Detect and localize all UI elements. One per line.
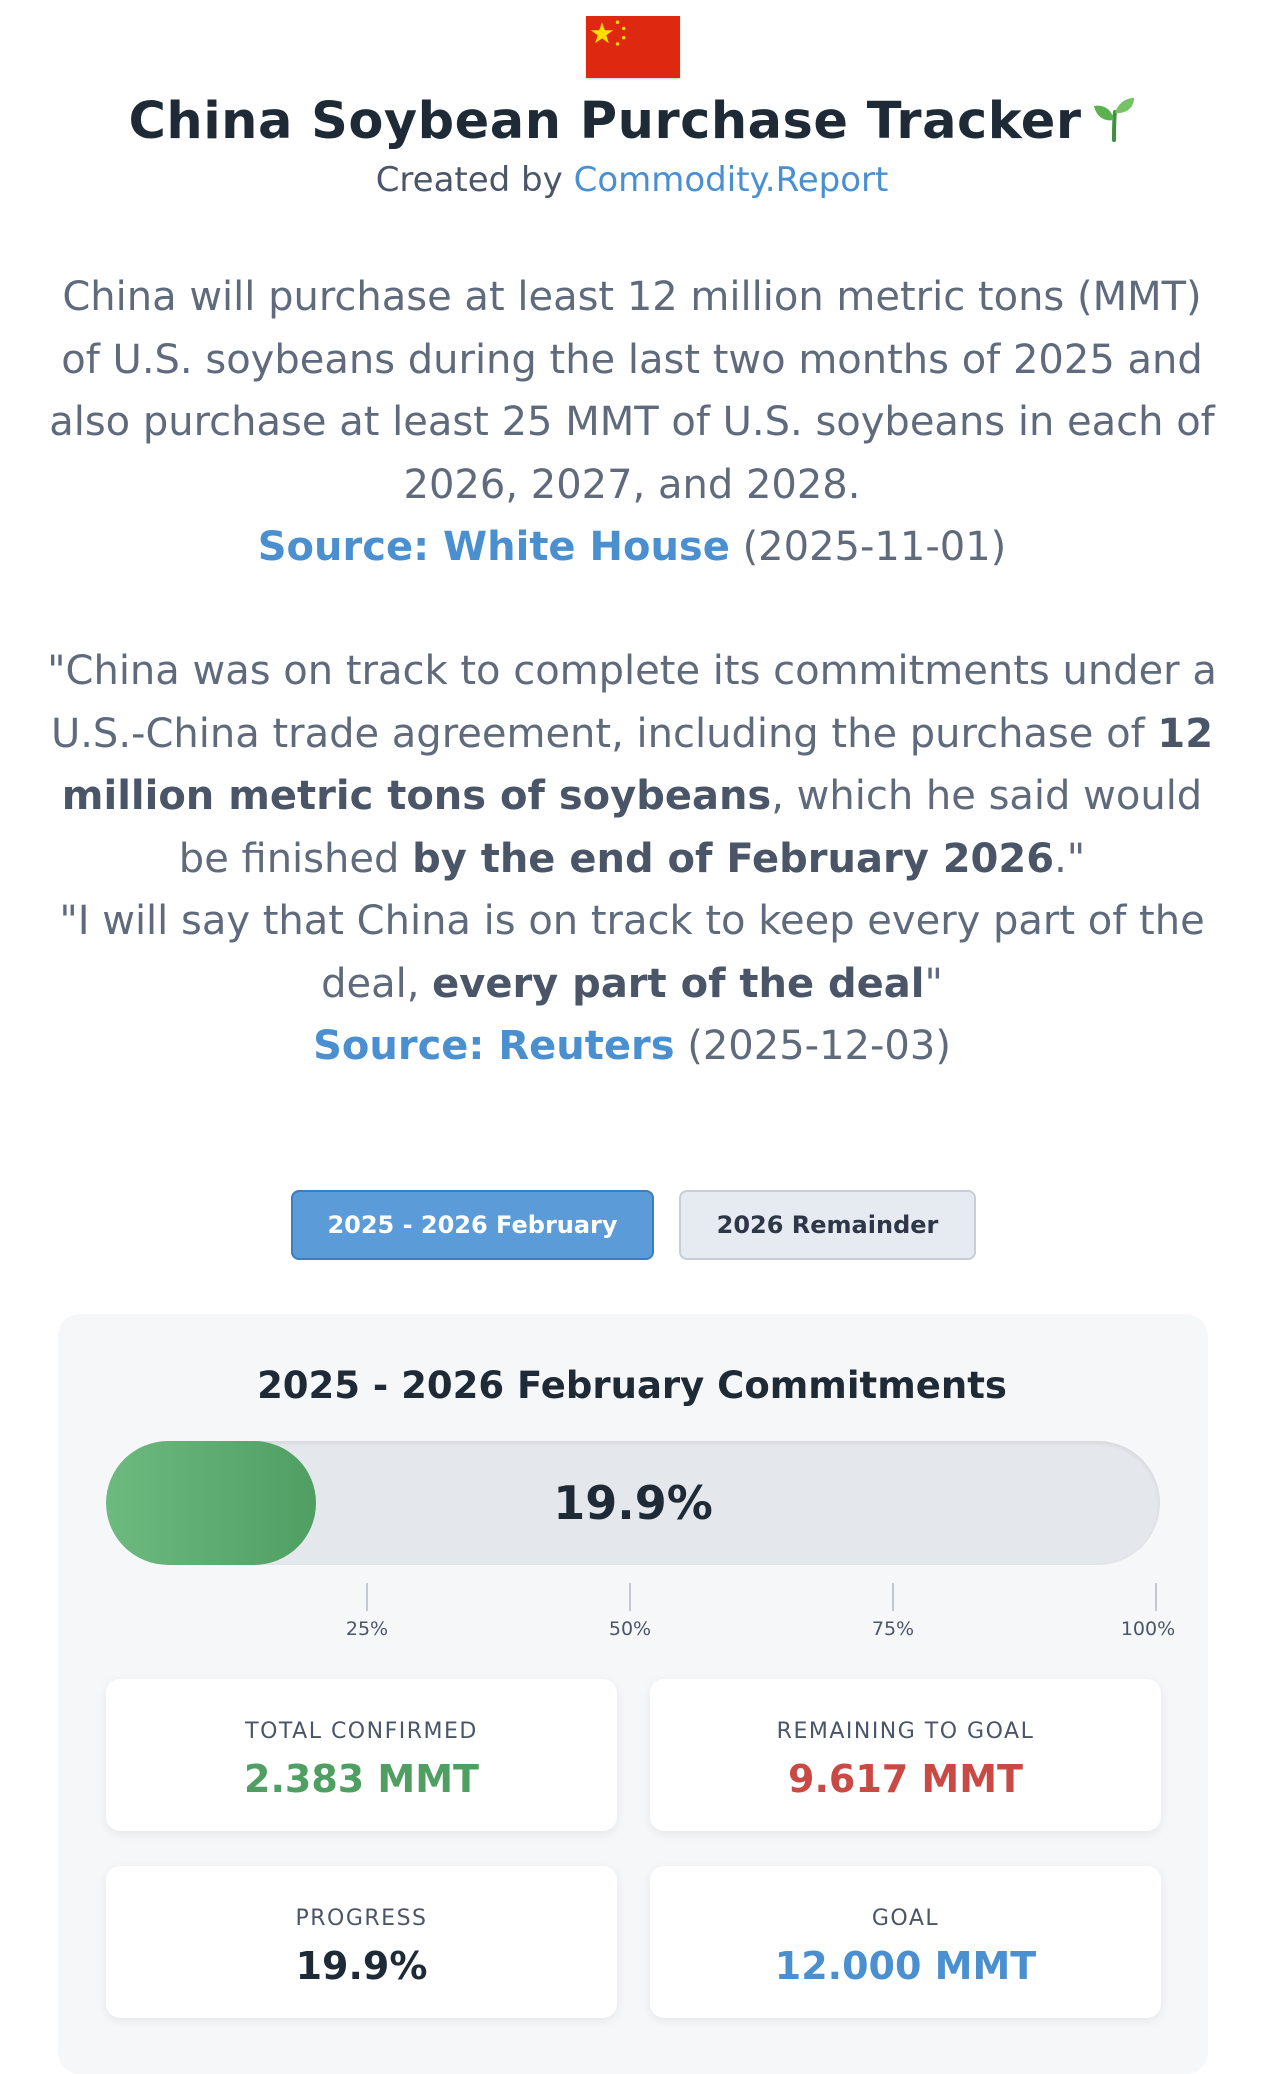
page-title: China Soybean Purchase Tracker xyxy=(0,92,1264,155)
page-title-text: China Soybean Purchase Tracker xyxy=(128,92,1082,151)
total-confirmed-value: 2.383 MMT xyxy=(244,1757,479,1801)
byline: Created by Commodity.Report xyxy=(0,160,1264,200)
tick-mark-25 xyxy=(366,1583,368,1611)
goal-value: 12.000 MMT xyxy=(774,1944,1037,1988)
tick-label-50: 50% xyxy=(608,1618,652,1640)
reuters-quote: "China was on track to complete its comm… xyxy=(40,640,1224,1078)
reuters-quote-bold3: every part of the deal xyxy=(432,960,925,1007)
white-house-quote-date: (2025-11-01) xyxy=(742,524,1007,570)
reuters-source-link[interactable]: Source: Reuters xyxy=(313,1023,674,1069)
reuters-quote-part5: " xyxy=(924,960,943,1007)
tick-label-75: 75% xyxy=(871,1618,915,1640)
progress-label: PROGRESS xyxy=(295,1906,428,1931)
tick-mark-75 xyxy=(892,1583,894,1611)
progress-value: 19.9% xyxy=(295,1944,428,1988)
seedling-icon xyxy=(1092,96,1136,155)
reuters-quote-bold2: by the end of February 2026 xyxy=(412,835,1055,882)
goal-label: GOAL xyxy=(871,1906,940,1931)
white-house-source-link[interactable]: Source: White House xyxy=(258,524,730,570)
byline-prefix: Created by xyxy=(375,160,563,200)
reuters-quote-part1: "China was on track to complete its comm… xyxy=(47,648,1217,757)
reuters-quote-date: (2025-12-03) xyxy=(687,1023,951,1069)
tick-mark-100 xyxy=(1155,1583,1157,1611)
commodity-report-link[interactable]: Commodity.Report xyxy=(574,160,889,200)
reuters-quote-part3: ." xyxy=(1054,835,1086,882)
panel-title: 2025 - 2026 February Commitments xyxy=(257,1364,1007,1407)
page: China Soybean Purchase Tracker Created b… xyxy=(0,0,1264,2074)
total-confirmed-card: TOTAL CONFIRMED 2.383 MMT xyxy=(106,1679,617,1831)
white-house-quote-text: China will purchase at least 12 million … xyxy=(49,274,1215,508)
tick-mark-50 xyxy=(629,1583,631,1611)
white-house-quote: China will purchase at least 12 million … xyxy=(40,266,1224,579)
total-confirmed-label: TOTAL CONFIRMED xyxy=(245,1719,478,1744)
progress-bar: 19.9% xyxy=(106,1441,1160,1565)
progress-bar-label: 19.9% xyxy=(553,1476,713,1530)
remaining-to-goal-value: 9.617 MMT xyxy=(788,1757,1023,1801)
china-flag-icon xyxy=(586,16,680,78)
tab-2026-remainder[interactable]: 2026 Remainder xyxy=(679,1190,976,1260)
tick-label-100: 100% xyxy=(1120,1618,1176,1640)
progress-card: PROGRESS 19.9% xyxy=(106,1866,617,2018)
goal-card: GOAL 12.000 MMT xyxy=(650,1866,1161,2018)
remaining-to-goal-label: REMAINING TO GOAL xyxy=(776,1719,1035,1744)
tab-2025-2026-february[interactable]: 2025 - 2026 February xyxy=(291,1190,654,1260)
tick-label-25: 25% xyxy=(345,1618,389,1640)
remaining-to-goal-card: REMAINING TO GOAL 9.617 MMT xyxy=(650,1679,1161,1831)
